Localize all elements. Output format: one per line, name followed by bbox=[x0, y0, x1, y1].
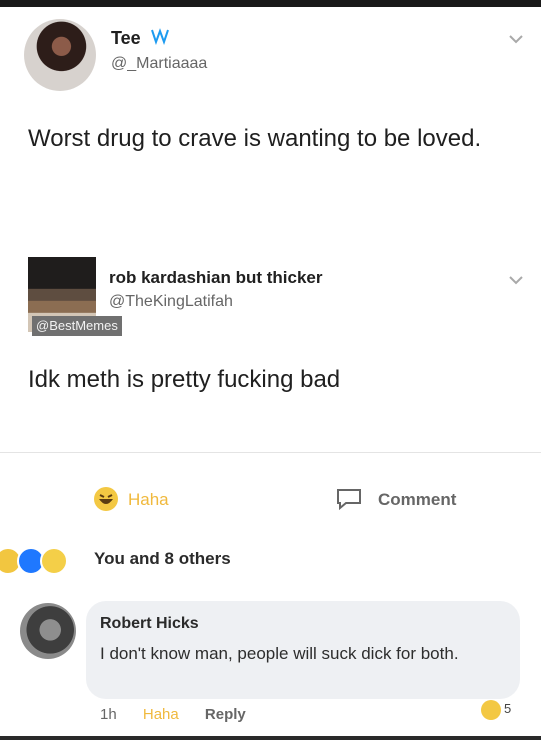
reaction-summary[interactable]: You and 8 others bbox=[0, 542, 541, 576]
reply-author-handle[interactable]: @TheKingLatifah bbox=[109, 293, 233, 311]
comment-time: 1h bbox=[100, 706, 117, 723]
bottom-bar bbox=[0, 736, 541, 740]
verified-badge-icon bbox=[150, 28, 169, 45]
post-actions-bar: Haha Comment bbox=[0, 477, 541, 522]
tweet-text: Worst drug to crave is wanting to be lov… bbox=[28, 125, 482, 152]
commenter-avatar[interactable] bbox=[20, 603, 76, 659]
haha-emoji-icon bbox=[481, 700, 501, 720]
top-bar bbox=[0, 0, 541, 7]
divider bbox=[0, 452, 541, 453]
comment-meta: 1h Haha Reply bbox=[100, 706, 268, 723]
reply-author-name[interactable]: rob kardashian but thicker bbox=[109, 268, 323, 288]
wow-reaction-icon bbox=[40, 547, 68, 575]
comment-haha-link[interactable]: Haha bbox=[143, 706, 179, 723]
comment-icon bbox=[337, 489, 361, 511]
haha-emoji-icon bbox=[94, 487, 118, 511]
comment-author[interactable]: Robert Hicks bbox=[100, 615, 199, 633]
comment-reaction-count[interactable]: 5 bbox=[481, 700, 519, 720]
reply-text: Idk meth is pretty fucking bad bbox=[28, 366, 341, 393]
comment-bubble: Robert Hicks I don't know man, people wi… bbox=[86, 601, 520, 699]
tweet-author-handle[interactable]: @_Martiaaaa bbox=[111, 55, 207, 73]
tweet-author-avatar[interactable] bbox=[24, 19, 96, 91]
tweet-post-reply: rob kardashian but thicker @TheKingLatif… bbox=[0, 230, 541, 451]
reaction-summary-text: You and 8 others bbox=[94, 549, 231, 568]
comment-reply-link[interactable]: Reply bbox=[205, 706, 246, 723]
tweet-author-name[interactable]: Tee bbox=[111, 27, 174, 49]
tweet-post-primary: Tee @_Martiaaaa Worst drug to crave is w… bbox=[0, 7, 541, 229]
chevron-down-icon[interactable] bbox=[509, 275, 523, 285]
comment-reaction-number: 5 bbox=[504, 701, 512, 716]
comment-text: I don't know man, people will suck dick … bbox=[100, 644, 459, 663]
haha-label: Haha bbox=[128, 490, 169, 509]
chevron-down-icon[interactable] bbox=[509, 34, 523, 44]
comment-button[interactable]: Comment bbox=[335, 487, 456, 511]
comment-label: Comment bbox=[378, 490, 457, 509]
reaction-icons bbox=[0, 547, 90, 575]
watermark: @BestMemes bbox=[32, 316, 122, 336]
